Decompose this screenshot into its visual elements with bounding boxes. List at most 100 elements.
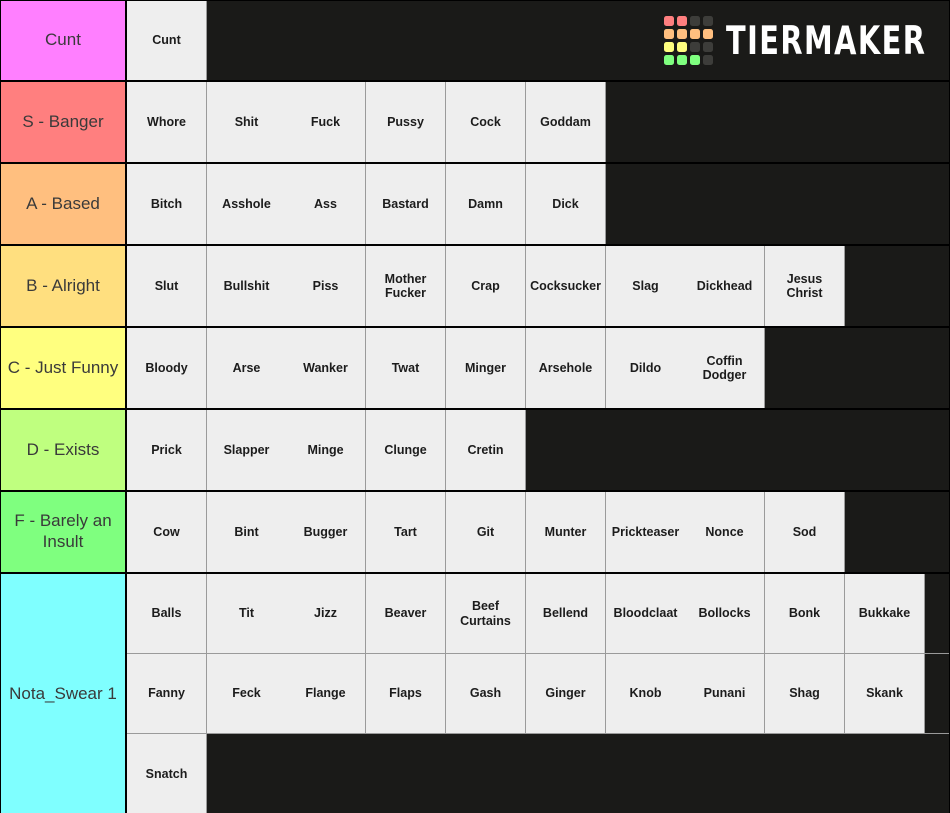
tier-label[interactable]: D - Exists	[1, 410, 127, 490]
tier-item-cell[interactable]: Cow	[127, 492, 207, 572]
tier-item-cell[interactable]: Git	[446, 492, 526, 572]
tier-item-cell[interactable]: Bastard	[366, 164, 446, 244]
tier-item[interactable]: Bonk	[765, 604, 844, 622]
tier-label[interactable]: S - Banger	[1, 82, 127, 162]
tier-item[interactable]: Shit	[207, 113, 286, 131]
tier-item[interactable]: Goddam	[526, 113, 605, 131]
tier-label[interactable]: F - Barely an Insult	[1, 492, 127, 572]
tier-item[interactable]: Snatch	[127, 765, 206, 783]
tier-item-cell[interactable]: Cretin	[446, 410, 526, 490]
tier-item-cell[interactable]: Fanny	[127, 654, 207, 733]
tier-item[interactable]: Bloody	[127, 359, 206, 377]
tier-item[interactable]: Slag	[606, 277, 685, 295]
tier-item-cell[interactable]: Clunge	[366, 410, 446, 490]
tier-item[interactable]: Arsehole	[526, 359, 605, 377]
tier-item[interactable]: Bastard	[366, 195, 445, 213]
tier-item-cell[interactable]: Bint Bugger	[207, 492, 366, 572]
tier-item-cell[interactable]: Balls	[127, 574, 207, 653]
tier-item[interactable]: Shag	[765, 684, 844, 702]
tier-item[interactable]: Slapper	[207, 441, 286, 459]
tier-item[interactable]: Beaver	[366, 604, 445, 622]
tier-item[interactable]: Cocksucker	[526, 277, 605, 295]
tier-item-cell[interactable]: Bellend	[526, 574, 606, 653]
tier-item[interactable]: Ginger	[526, 684, 605, 702]
tier-item[interactable]: Bitch	[127, 195, 206, 213]
tier-item[interactable]: Dick	[526, 195, 605, 213]
tier-item[interactable]: Balls	[127, 604, 206, 622]
tier-item[interactable]: Flange	[286, 684, 365, 702]
tier-item-cell[interactable]: Knob Punani	[606, 654, 765, 733]
tier-item-cell[interactable]: Feck Flange	[207, 654, 366, 733]
tier-item[interactable]: Jesus Christ	[765, 270, 844, 303]
tier-item-cell[interactable]: Dildo Coffin Dodger	[606, 328, 765, 408]
tier-label[interactable]: C - Just Funny	[1, 328, 127, 408]
tier-item[interactable]: Sod	[765, 523, 844, 541]
tier-items-container[interactable]: Cow Bint Bugger Tart Git Munter Prickteaser Non…	[127, 492, 949, 572]
tier-item[interactable]: Dildo	[606, 359, 685, 377]
tier-item[interactable]: Bint	[207, 523, 286, 541]
tier-item[interactable]: Asshole	[207, 195, 286, 213]
tier-item[interactable]: Fuck	[286, 113, 365, 131]
tier-items-container[interactable]: Prick Slapper Minge Clunge Cretin	[127, 410, 949, 490]
tier-item[interactable]: Fanny	[127, 684, 206, 702]
tier-item-cell[interactable]: Goddam	[526, 82, 606, 162]
tier-item[interactable]: Bugger	[286, 523, 365, 541]
tier-item-cell[interactable]: Crap	[446, 246, 526, 326]
tier-item-cell[interactable]: Ginger	[526, 654, 606, 733]
tier-item[interactable]: Bullshit	[207, 277, 286, 295]
tier-item[interactable]: Cunt	[127, 31, 206, 49]
tier-item-cell[interactable]: Arse Wanker	[207, 328, 366, 408]
tier-item[interactable]: Minger	[446, 359, 525, 377]
tier-item[interactable]: Punani	[685, 684, 764, 702]
tier-item[interactable]: Tit	[207, 604, 286, 622]
tier-item-cell[interactable]: Gash	[446, 654, 526, 733]
tier-item-cell[interactable]: Slag Dickhead	[606, 246, 765, 326]
tier-item-cell[interactable]: Cunt	[127, 1, 207, 80]
tier-item[interactable]: Prickteaser	[606, 523, 685, 541]
tier-item[interactable]: Knob	[606, 684, 685, 702]
tier-item[interactable]: Tart	[366, 523, 445, 541]
tier-item[interactable]: Skank	[845, 684, 924, 702]
tier-item[interactable]: Slut	[127, 277, 206, 295]
tier-item-cell[interactable]: Cock	[446, 82, 526, 162]
tier-item[interactable]: Bollocks	[685, 604, 764, 622]
tier-item-cell[interactable]: Mother Fucker	[366, 246, 446, 326]
tier-item-cell[interactable]: Tart	[366, 492, 446, 572]
tier-label[interactable]: A - Based	[1, 164, 127, 244]
tier-item-cell[interactable]: Beaver	[366, 574, 446, 653]
tier-item-cell[interactable]: Jesus Christ	[765, 246, 845, 326]
tier-item[interactable]: Pussy	[366, 113, 445, 131]
tier-item[interactable]: Cretin	[446, 441, 525, 459]
tier-item-cell[interactable]: Bloodclaat Bollocks	[606, 574, 765, 653]
tier-item[interactable]: Munter	[526, 523, 605, 541]
tier-item[interactable]: Jizz	[286, 604, 365, 622]
tier-label[interactable]: B - Alright	[1, 246, 127, 326]
tier-items-container[interactable]: Cunt TIERMAKER	[127, 1, 949, 80]
tier-item[interactable]: Beef Curtains	[446, 597, 525, 630]
tier-item[interactable]: Damn	[446, 195, 525, 213]
tier-item[interactable]: Flaps	[366, 684, 445, 702]
tier-item[interactable]: Crap	[446, 277, 525, 295]
tier-item-cell[interactable]: Sod	[765, 492, 845, 572]
tier-item[interactable]: Clunge	[366, 441, 445, 459]
tier-item[interactable]: Wanker	[286, 359, 365, 377]
tier-item[interactable]: Nonce	[685, 523, 764, 541]
tier-item-cell[interactable]: Cocksucker	[526, 246, 606, 326]
tier-item[interactable]: Feck	[207, 684, 286, 702]
tier-item-cell[interactable]: Arsehole	[526, 328, 606, 408]
tier-item[interactable]: Gash	[446, 684, 525, 702]
tier-item[interactable]: Prick	[127, 441, 206, 459]
tier-item[interactable]: Cow	[127, 523, 206, 541]
tier-item-cell[interactable]: Damn	[446, 164, 526, 244]
tier-item-cell[interactable]: Prickteaser Nonce	[606, 492, 765, 572]
tier-item-cell[interactable]: Twat	[366, 328, 446, 408]
tier-items-container[interactable]: Bitch Asshole Ass Bastard Damn Dick	[127, 164, 949, 244]
tier-item-cell[interactable]: Beef Curtains	[446, 574, 526, 653]
tier-item-cell[interactable]: Slut	[127, 246, 207, 326]
tier-items-container[interactable]: Balls Tit Jizz Beaver Beef Curtains Bellend Bl…	[127, 574, 949, 813]
tier-item[interactable]: Cock	[446, 113, 525, 131]
tier-item[interactable]: Twat	[366, 359, 445, 377]
tier-item[interactable]: Whore	[127, 113, 206, 131]
tier-item-cell[interactable]: Bullshit Piss	[207, 246, 366, 326]
tier-item-cell[interactable]: Skank	[845, 654, 925, 733]
